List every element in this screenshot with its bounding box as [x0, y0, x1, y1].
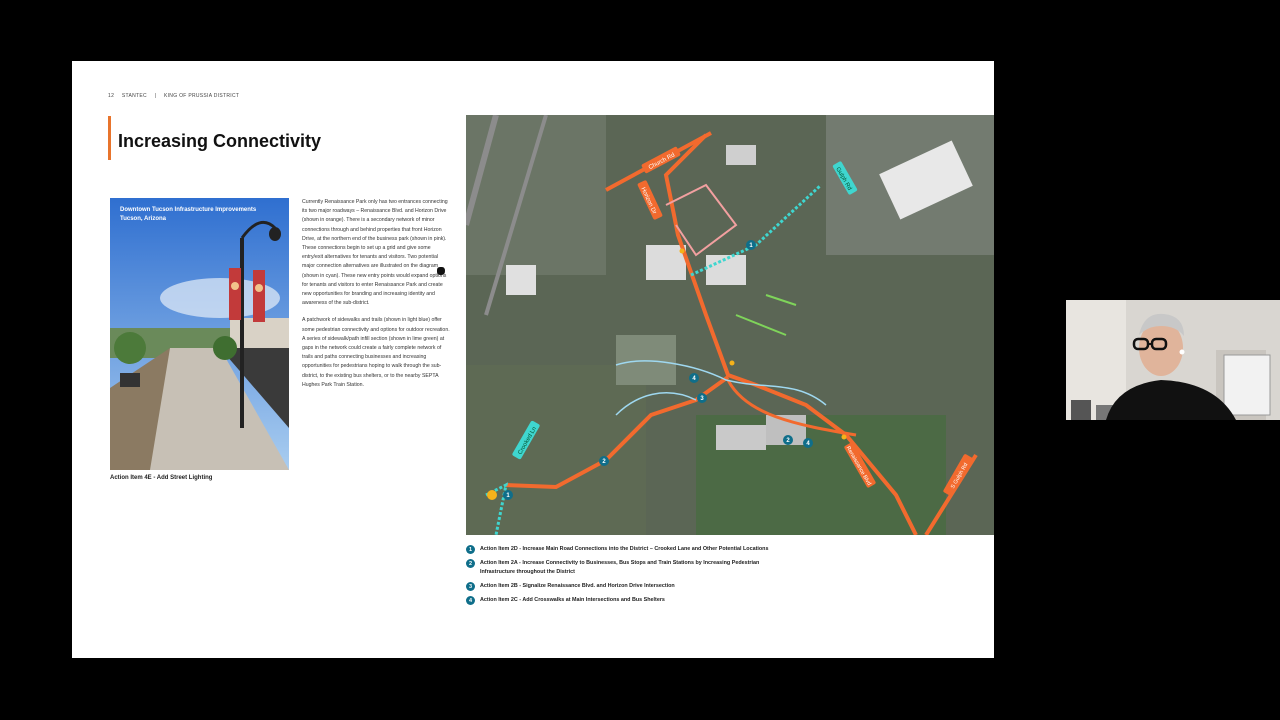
paragraph-connections: Currently Renaissance Park only has two …	[302, 199, 448, 307]
mouse-pointer-icon	[437, 267, 445, 275]
photo-overlay-title: Downtown Tucson Infrastructure Improveme…	[120, 206, 256, 224]
photo-title-line1: Downtown Tucson Infrastructure Improveme…	[120, 207, 257, 213]
photo-caption: Action Item 4E - Add Street Lighting	[110, 475, 213, 481]
district-map: Church Rd Horizon Dr Gulph Rd Crooked Ln…	[466, 115, 994, 535]
brand-name: STANTEC	[121, 93, 147, 99]
body-text: Currently Renaissance Park only has two …	[302, 198, 452, 398]
paragraph-sidewalks: A patchwork of sidewalks and trails (sho…	[302, 317, 450, 388]
map-marker-3: 3	[697, 393, 707, 403]
legend-number: 4	[466, 596, 475, 605]
photo-title-line2: Tucson, Arizona	[120, 216, 167, 222]
legend-text: Action Item 2A - Increase Connectivity t…	[480, 560, 760, 575]
legend-item: 2 Action Item 2A - Increase Connectivity…	[466, 559, 986, 577]
map-legend: 1 Action Item 2D - Increase Main Road Co…	[466, 545, 986, 610]
presentation-slide: 12 STANTEC | KING OF PRUSSIA DISTRICT In…	[72, 61, 994, 658]
legend-text: Action Item 2B - Signalize Renaissance B…	[480, 583, 675, 589]
legend-number: 2	[466, 559, 475, 568]
legend-item: 4 Action Item 2C - Add Crosswalks at Mai…	[466, 596, 986, 605]
title-accent-bar	[108, 116, 111, 160]
legend-text: Action Item 2C - Add Crosswalks at Main …	[480, 597, 665, 603]
header-divider: |	[154, 93, 157, 99]
legend-number: 3	[466, 582, 475, 591]
district-name: KING OF PRUSSIA DISTRICT	[163, 93, 240, 99]
page-number: 12	[108, 93, 115, 99]
page-title: Increasing Connectivity	[118, 131, 322, 151]
legend-number: 1	[466, 545, 475, 554]
presenter-webcam-feed	[1066, 300, 1280, 420]
legend-text: Action Item 2D - Increase Main Road Conn…	[480, 546, 769, 552]
bus-stop-marker	[487, 490, 497, 500]
page-header: 12 STANTEC | KING OF PRUSSIA DISTRICT	[108, 93, 245, 99]
legend-item: 1 Action Item 2D - Increase Main Road Co…	[466, 545, 986, 554]
street-lighting-photo: Downtown Tucson Infrastructure Improveme…	[110, 198, 289, 470]
legend-item: 3 Action Item 2B - Signalize Renaissance…	[466, 582, 986, 591]
